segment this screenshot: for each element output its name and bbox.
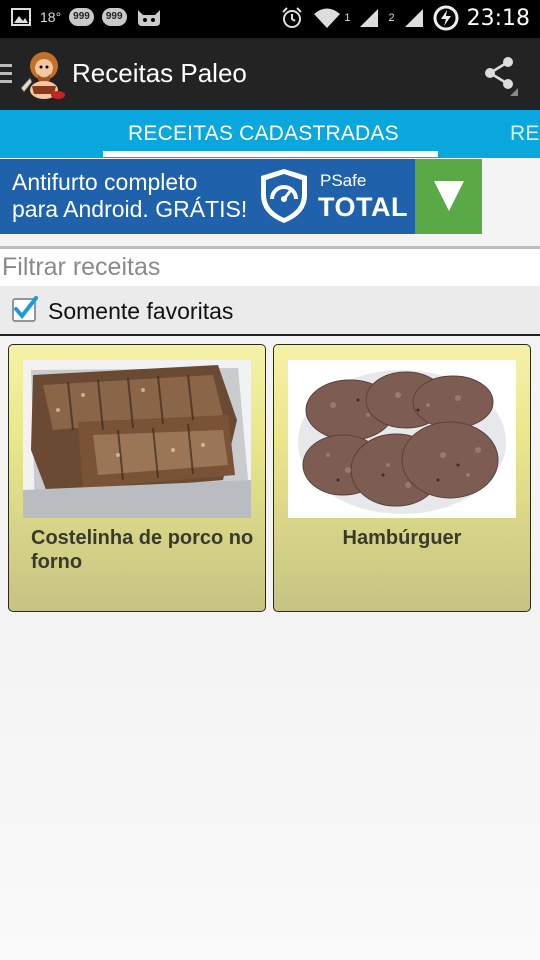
pork-ribs-photo bbox=[23, 360, 251, 518]
recipe-title: Costelinha de porco no forno bbox=[31, 527, 254, 573]
psafe-shield-icon bbox=[261, 169, 307, 223]
status-notifications: 18° 999 999 bbox=[10, 6, 163, 28]
sim-1-label: 1 bbox=[344, 12, 351, 24]
caveman-logo-icon[interactable] bbox=[18, 48, 68, 100]
ad-line-2: para Android. GRÁTIS! bbox=[12, 196, 248, 222]
recipe-card[interactable]: Costelinha de porco no forno bbox=[8, 344, 266, 612]
recipe-card[interactable]: Hambúrguer bbox=[273, 344, 531, 612]
filter-recipes-input[interactable] bbox=[0, 249, 540, 286]
signal-icon bbox=[404, 9, 423, 27]
tab-indicator bbox=[103, 151, 438, 157]
battery-charging-icon bbox=[433, 5, 459, 31]
empty-list-area bbox=[0, 612, 540, 960]
notification-badge: 999 bbox=[69, 8, 94, 26]
app-title: Receitas Paleo bbox=[72, 58, 247, 88]
ad-banner[interactable]: Antifurto completo para Android. GRÁTIS!… bbox=[0, 159, 482, 234]
favorites-checkbox[interactable] bbox=[12, 296, 38, 322]
wifi-icon bbox=[314, 8, 341, 28]
clock: 23:18 bbox=[466, 5, 530, 31]
ad-brand-small: PSafe bbox=[320, 171, 367, 190]
share-icon[interactable] bbox=[480, 54, 520, 98]
down-arrow-icon bbox=[434, 181, 464, 211]
alarm-icon bbox=[282, 7, 303, 28]
weather-temperature: 18° bbox=[40, 9, 62, 25]
drawer-icon[interactable] bbox=[0, 64, 12, 84]
favorites-label[interactable]: Somente favoritas bbox=[48, 298, 233, 325]
status-bar: 18° 999 999 1 2 23:18 bbox=[0, 0, 540, 38]
ad-download-button[interactable] bbox=[415, 159, 482, 234]
action-bar: Receitas Paleo bbox=[0, 38, 540, 110]
burger-patties-photo bbox=[288, 360, 516, 518]
favorites-row[interactable]: Somente favoritas bbox=[0, 286, 540, 334]
ad-text: Antifurto completo para Android. GRÁTIS! bbox=[12, 169, 247, 223]
sim-2-label: 2 bbox=[388, 12, 395, 24]
tab-next[interactable]: RE bbox=[510, 122, 540, 146]
ad-line-1: Antifurto completo bbox=[12, 169, 198, 195]
signal-icon bbox=[360, 9, 379, 27]
status-system: 1 2 23:18 bbox=[280, 5, 530, 31]
notification-badge: 999 bbox=[101, 8, 127, 26]
gallery-icon bbox=[11, 8, 31, 26]
cat-icon bbox=[137, 10, 160, 26]
ad-brand-big: TOTAL bbox=[318, 192, 408, 222]
recipe-title: Hambúrguer bbox=[342, 527, 462, 549]
tab-receitas-cadastradas[interactable]: RECEITAS CADASTRADAS bbox=[128, 122, 399, 146]
divider bbox=[0, 334, 540, 336]
ad-gap bbox=[482, 159, 540, 234]
